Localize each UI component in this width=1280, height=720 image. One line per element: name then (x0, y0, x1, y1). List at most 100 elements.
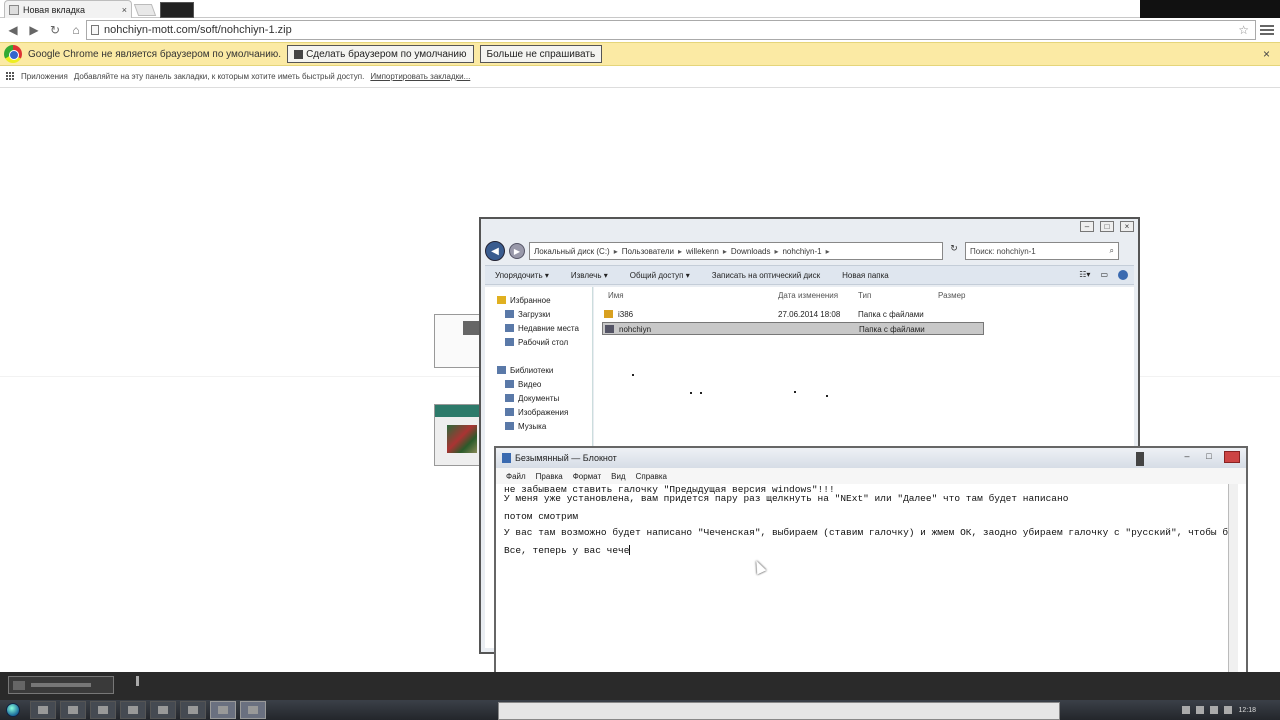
help-icon[interactable] (1118, 270, 1128, 280)
tray-icon[interactable] (1182, 706, 1191, 714)
thumbnail-image (447, 425, 477, 453)
tray-icon[interactable] (1196, 706, 1205, 714)
bookmark-star-icon[interactable]: ☆ (1238, 23, 1249, 37)
menu-format[interactable]: Формат (573, 472, 601, 481)
taskbar-thumbnail[interactable] (8, 676, 114, 694)
make-default-button[interactable]: Сделать браузером по умолчанию (287, 45, 474, 63)
nav-music[interactable]: Музыка (485, 419, 592, 433)
column-date[interactable]: Дата изменения (778, 291, 838, 300)
network-icon[interactable] (1224, 706, 1233, 714)
reload-icon[interactable]: ↻ (46, 21, 64, 39)
extract-button[interactable]: Извлечь ▾ (571, 271, 608, 280)
nav-video[interactable]: Видео (485, 377, 592, 391)
artifact (794, 391, 796, 393)
column-name[interactable]: Имя (608, 291, 624, 300)
new-tab-button[interactable] (133, 4, 157, 16)
taskbar-app-5[interactable] (240, 701, 266, 719)
back-arrow-icon[interactable]: ◀ (485, 241, 505, 261)
nav-label: Рабочий стол (518, 337, 569, 347)
new-folder-button[interactable]: Новая папка (842, 271, 889, 280)
breadcrumb-item[interactable]: Локальный диск (C:) (534, 247, 610, 256)
artifact (826, 395, 828, 397)
folder-icon (605, 325, 614, 333)
refresh-icon[interactable]: ↻ (947, 243, 961, 259)
maximize-icon[interactable]: □ (1100, 221, 1114, 232)
volume-icon[interactable] (1210, 706, 1219, 714)
dont-ask-button[interactable]: Больше не спрашивать (479, 45, 603, 63)
address-bar[interactable]: nohchiyn-mott.com/soft/nohchiyn-1.zip ☆ (86, 20, 1256, 40)
maximize-icon[interactable]: □ (1202, 451, 1216, 462)
nav-downloads[interactable]: Загрузки (485, 307, 592, 321)
forward-arrow-icon[interactable]: ▶ (509, 243, 525, 259)
organize-button[interactable]: Упорядочить ▾ (495, 271, 549, 280)
app-icon (188, 706, 198, 714)
nav-documents[interactable]: Документы (485, 391, 592, 405)
window-controls: – □ (1180, 451, 1240, 463)
explorer-address-bar[interactable]: Локальный диск (C:) ▸ Пользователи ▸ wille… (529, 242, 943, 260)
close-icon[interactable] (1224, 451, 1240, 463)
minimize-icon[interactable]: – (1180, 451, 1194, 462)
tab-new-tab[interactable]: Новая вкладка × (4, 0, 132, 18)
app-icon (158, 706, 168, 714)
screen: Новая вкладка × ◀ ▶ ↻ ⌂ nohchiyn-mott.co… (0, 0, 1280, 720)
file-type: Папка с файлами (858, 310, 924, 319)
nav-recent-places[interactable]: Недавние места (485, 321, 592, 335)
desktop-thumbnail[interactable] (434, 404, 480, 466)
text-line-current: Все, теперь у вас чече (504, 545, 631, 556)
column-type[interactable]: Тип (858, 291, 871, 300)
explorer-address-row: ◀ ▶ Локальный диск (C:) ▸ Пользователи ▸ w… (485, 239, 1134, 263)
breadcrumb-item[interactable]: Пользователи (622, 247, 674, 256)
taskbar-app-2[interactable] (150, 701, 176, 719)
burn-button[interactable]: Записать на оптический диск (712, 271, 820, 280)
breadcrumb-item[interactable]: Downloads (731, 247, 771, 256)
home-icon[interactable]: ⌂ (67, 21, 85, 39)
share-button[interactable]: Общий доступ ▾ (630, 271, 690, 280)
chrome-menu-icon[interactable] (1260, 22, 1274, 38)
nav-label: Документы (518, 393, 560, 403)
nav-label: Музыка (518, 421, 547, 431)
nav-images[interactable]: Изображения (485, 405, 592, 419)
preview-pane-icon[interactable]: ▭ (1100, 270, 1108, 280)
file-name: i386 (618, 310, 634, 319)
menu-help[interactable]: Справка (636, 472, 667, 481)
infobar-close-icon[interactable]: × (1263, 47, 1270, 61)
app-icon (128, 706, 138, 714)
close-icon[interactable]: × (1120, 221, 1134, 232)
menu-file[interactable]: Файл (506, 472, 526, 481)
breadcrumb-item[interactable]: willekenn (686, 247, 719, 256)
clock[interactable]: 12:18 (1238, 707, 1256, 714)
back-arrow-icon[interactable]: ◀ (4, 21, 22, 39)
page-icon (91, 25, 99, 35)
column-size[interactable]: Размер (938, 291, 966, 300)
nav-favorites[interactable]: Избранное (485, 293, 592, 307)
start-button[interactable] (0, 700, 26, 720)
desktop-icon[interactable] (434, 314, 480, 368)
view-options-icon[interactable]: ☷▾ (1079, 270, 1090, 280)
tab-thumbnail[interactable] (160, 2, 194, 18)
file-name: nohchiyn (619, 325, 652, 334)
close-icon[interactable]: × (122, 5, 127, 15)
file-date: 27.06.2014 18:08 (778, 310, 841, 319)
nav-libraries[interactable]: Библиотеки (485, 363, 592, 377)
app-icon (248, 706, 258, 714)
apps-grid-icon[interactable] (6, 72, 15, 81)
taskbar-app-1[interactable] (120, 701, 146, 719)
taskbar-app-3[interactable] (180, 701, 206, 719)
text-line: У меня уже установлена, вам придется пар… (504, 493, 1069, 504)
file-row-selected[interactable]: nohchiyn Папка с файлами (602, 322, 984, 335)
taskbar-app-ie[interactable] (30, 701, 56, 719)
taskbar-app-media[interactable] (90, 701, 116, 719)
breadcrumb-item[interactable]: nohchiyn-1 (782, 247, 821, 256)
apps-link[interactable]: Приложения (21, 72, 68, 81)
menu-edit[interactable]: Правка (536, 472, 563, 481)
explorer-search-input[interactable]: Поиск: nohchiyn-1 ⌕ (965, 242, 1119, 260)
nav-desktop[interactable]: Рабочий стол (485, 335, 592, 349)
forward-arrow-icon[interactable]: ▶ (25, 21, 43, 39)
import-bookmarks-link[interactable]: Импортировать закладки... (370, 72, 470, 81)
file-type: Папка с файлами (859, 325, 925, 334)
file-row[interactable]: i386 27.06.2014 18:08 Папка с файлами (602, 308, 984, 321)
minimize-icon[interactable]: – (1080, 221, 1094, 232)
menu-view[interactable]: Вид (611, 472, 625, 481)
taskbar-app-4[interactable] (210, 701, 236, 719)
taskbar-app-explorer[interactable] (60, 701, 86, 719)
